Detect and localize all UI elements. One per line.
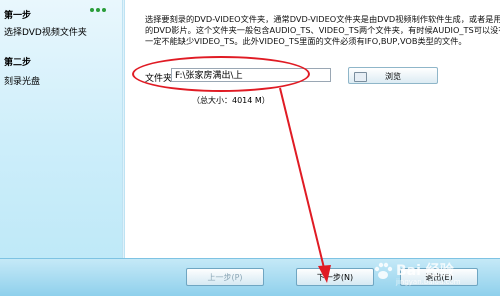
- step-1-label: 第一步: [4, 11, 32, 21]
- current-step-indicator-icon: [90, 8, 106, 12]
- step-2-description: 刻录光盘: [4, 77, 41, 87]
- instruction-line: 一定不能缺少VIDEO_TS。此外VIDEO_TS里面的文件必须有IFO,BUP…: [145, 36, 467, 46]
- sidebar: 第一步 选择DVD视频文件夹 第二步 刻录光盘: [0, 0, 122, 258]
- folder-icon: [354, 72, 367, 82]
- total-size-info: （总大小：4014 M）: [192, 96, 270, 105]
- next-step-button[interactable]: 下一步(N): [296, 268, 374, 286]
- exit-button[interactable]: 退出(E): [400, 268, 478, 286]
- prev-step-button[interactable]: 上一步(P): [186, 268, 264, 286]
- step-1-description: 选择DVD视频文件夹: [4, 28, 87, 38]
- instruction-line: 的DVD影片。这个文件夹一般包含AUDIO_TS、VIDEO_TS两个文件夹，有…: [145, 25, 500, 35]
- browse-button[interactable]: 浏览: [348, 67, 438, 84]
- sidebar-divider: [122, 0, 125, 258]
- browse-button-label: 浏览: [385, 72, 401, 81]
- annotation-oval: [132, 56, 310, 92]
- instruction-line: 选择要刻录的DVD-VIDEO文件夹，通常DVD-VIDEO文件夹是由DVD视频…: [145, 14, 500, 24]
- step-2-label: 第二步: [4, 58, 32, 68]
- instructions-text: 选择要刻录的DVD-VIDEO文件夹，通常DVD-VIDEO文件夹是由DVD视频…: [145, 14, 500, 47]
